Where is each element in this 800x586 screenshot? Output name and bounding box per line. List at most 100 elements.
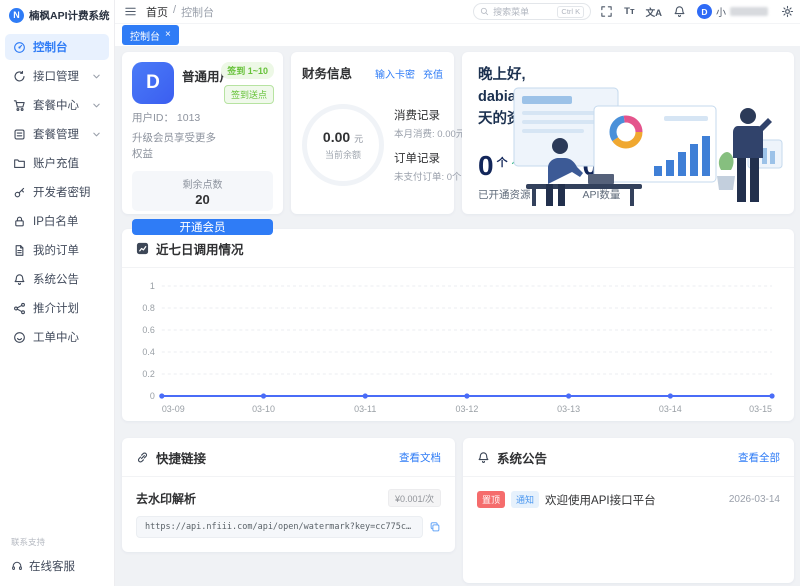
stat-label: API数量: [582, 189, 621, 201]
sidebar-item-smile[interactable]: 工单中心: [5, 324, 109, 350]
quick-link-name: 去水印解析: [136, 491, 197, 506]
svg-text:1: 1: [150, 281, 155, 291]
fullscreen-icon: [601, 6, 612, 17]
stat-api-count: 0 个 API数量: [583, 152, 628, 202]
support-link-label: 在线客服: [29, 561, 75, 573]
topbar-tools: Tт 文A D 小: [600, 4, 794, 19]
file-icon: [13, 244, 26, 257]
announcement-row[interactable]: 置顶 通知 欢迎使用API接口平台 2026-03-14: [463, 477, 794, 522]
tab-bar: 控制台 ×: [115, 24, 800, 46]
breadcrumb-home[interactable]: 首页: [146, 4, 168, 20]
sidebar-item-label: 套餐中心: [33, 100, 79, 112]
sidebar-item-folder[interactable]: 账户充值: [5, 150, 109, 176]
greeting-text: 晚上好, dabiaoge！ 看看今天的资源开通情况: [478, 67, 604, 127]
breadcrumb-separator: /: [173, 3, 177, 16]
notice-badge: 通知: [511, 491, 540, 508]
announcement-date: 2026-03-14: [728, 494, 780, 505]
sidebar-footer: 联系支持 在线客服: [0, 530, 114, 586]
online-support-link[interactable]: 在线客服: [11, 558, 103, 574]
search-input[interactable]: 搜索菜单 Ctrl K: [473, 3, 592, 20]
sidebar-item-bell[interactable]: 系统公告: [5, 266, 109, 292]
fullscreen-button[interactable]: [600, 5, 613, 18]
sidebar-item-share[interactable]: 推介计划: [5, 295, 109, 321]
stat-label: 已开通资源: [478, 189, 531, 201]
chart-title: 近七日调用情况: [156, 243, 244, 257]
view-docs-link[interactable]: 查看文档: [399, 450, 441, 465]
user-menu[interactable]: D 小: [697, 4, 768, 19]
share-icon: [13, 302, 26, 315]
avatar: D: [697, 4, 712, 19]
breadcrumb: 首页 / 控制台: [146, 4, 214, 20]
sidebar-item-label: 工单中心: [33, 332, 79, 344]
username-redacted: [730, 7, 768, 16]
signin-button[interactable]: 签到送点: [223, 85, 274, 104]
card-key-link[interactable]: 输入卡密: [375, 66, 415, 81]
gear-icon: [781, 5, 794, 18]
collapse-sidebar-button[interactable]: [124, 5, 137, 18]
smile-icon: [13, 331, 26, 344]
tab-close-icon[interactable]: ×: [165, 30, 171, 40]
sidebar-item-lock[interactable]: IP白名单: [5, 208, 109, 234]
cart-icon: [13, 99, 26, 112]
user-id: 用户ID： 1013: [132, 112, 201, 124]
order-title: 订单记录: [394, 153, 440, 165]
lock-icon: [13, 215, 26, 228]
view-all-link[interactable]: 查看全部: [738, 450, 780, 465]
upgrade-hint: 升级会员享受更多权益: [132, 132, 216, 160]
svg-text:03-09: 03-09: [162, 404, 185, 414]
bell-icon: [674, 6, 685, 17]
folder-icon: [13, 157, 26, 170]
chevron-down-icon: [93, 132, 100, 136]
font-size-button[interactable]: Tт: [624, 6, 634, 17]
sidebar-item-file[interactable]: 我的订单: [5, 237, 109, 263]
tab-console[interactable]: 控制台 ×: [122, 25, 179, 45]
sidebar-item-key[interactable]: 开发者密钥: [5, 179, 109, 205]
page-content: D 普通用户 签到 1~10 签到送点 用户ID： 1013 升级会员享受更多权…: [115, 46, 800, 586]
quick-links-card: 快捷链接 查看文档 去水印解析 ¥0.001/次 https://api.nfi…: [122, 438, 455, 552]
support-label: 联系支持: [11, 537, 46, 547]
notifications-button[interactable]: [673, 5, 686, 18]
svg-text:0.4: 0.4: [142, 347, 154, 357]
svg-text:03-10: 03-10: [252, 404, 275, 414]
announcement-title: 欢迎使用API接口平台: [545, 494, 656, 507]
copy-icon: [430, 522, 440, 532]
trend-up-icon: [615, 154, 626, 165]
key-icon: [13, 186, 26, 199]
svg-text:0.2: 0.2: [142, 369, 154, 379]
sidebar-item-cart[interactable]: 套餐中心: [5, 92, 109, 118]
open-membership-button[interactable]: 开通会员: [132, 218, 273, 235]
chevron-down-icon: [93, 74, 100, 78]
sidebar-item-label: 套餐管理: [33, 129, 79, 141]
menu-collapse-icon: [125, 7, 136, 16]
user-card: D 普通用户 签到 1~10 签到送点 用户ID： 1013 升级会员享受更多权…: [122, 52, 283, 235]
chevron-down-icon: [93, 103, 100, 107]
finance-card: 财务信息 输入卡密 充值 0.00 元 当前余额 消费记录 本月消费: 0.00…: [291, 52, 465, 214]
signin-range-badge: 签到 1~10: [221, 62, 274, 79]
username: 小: [716, 8, 726, 19]
api-url-field[interactable]: https://api.nfiii.com/api/open/watermark…: [136, 516, 423, 538]
sidebar-item-label: 账户充值: [33, 158, 79, 170]
user-avatar: D: [132, 62, 174, 104]
logo-icon: N: [9, 7, 24, 23]
balance-unit: 元: [354, 134, 364, 144]
svg-text:0: 0: [150, 391, 155, 401]
api-icon: [13, 70, 26, 83]
sidebar-item-package[interactable]: 套餐管理: [5, 121, 109, 147]
svg-text:03-14: 03-14: [659, 404, 682, 414]
svg-text:0.6: 0.6: [142, 325, 154, 335]
translate-button[interactable]: 文A: [646, 5, 662, 19]
stat-opened-resources: 0 个 已开通资源: [478, 152, 531, 202]
sidebar-item-api[interactable]: 接口管理: [5, 63, 109, 89]
chart-icon: [136, 242, 149, 255]
settings-button[interactable]: [781, 5, 794, 18]
svg-text:03-15: 03-15: [749, 404, 772, 414]
sidebar-item-label: 推介计划: [33, 303, 79, 315]
recharge-link[interactable]: 充值: [423, 66, 443, 81]
points-box: 剩余点数 20: [132, 170, 273, 211]
copy-url-button[interactable]: [429, 521, 441, 533]
announcements-card: 系统公告 查看全部 置顶 通知 欢迎使用API接口平台 2026-03-14: [463, 438, 794, 583]
sidebar-item-dashboard[interactable]: 控制台: [5, 34, 109, 60]
sidebar-item-label: 开发者密钥: [33, 187, 91, 199]
svg-text:03-12: 03-12: [455, 404, 478, 414]
points-label: 剩余点数: [182, 179, 223, 191]
